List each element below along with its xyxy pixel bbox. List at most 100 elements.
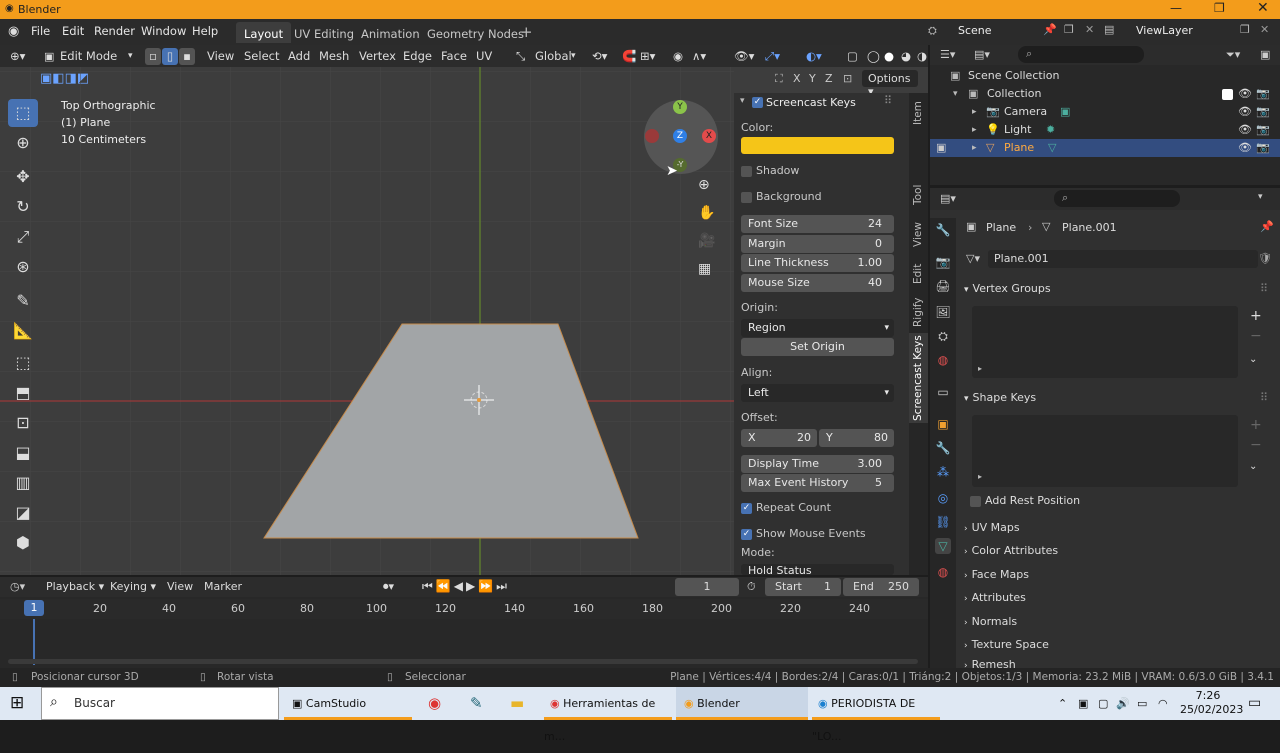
line-thickness-field[interactable]: Line Thickness 1.00	[741, 254, 894, 272]
transform-tool-icon[interactable]: ⊛	[8, 253, 38, 281]
knife-tool-icon[interactable]: ◪	[8, 499, 38, 527]
shape-key-menu-icon[interactable]: ⌄	[1249, 461, 1257, 472]
solid-shading-icon[interactable]: ●	[884, 48, 894, 65]
list-expand-icon[interactable]: ▸	[978, 364, 982, 373]
panel-attributes[interactable]: › Attributes	[964, 587, 1264, 609]
scene-icon[interactable]: ⛭	[928, 24, 937, 38]
gizmo-z[interactable]: Z	[673, 129, 687, 143]
mesh-browse-icon[interactable]: ▽▾	[966, 252, 980, 265]
tab-tool[interactable]: Tool	[909, 175, 928, 215]
task-chrome-herramientas[interactable]: ◉ Herramientas de m...	[544, 687, 672, 743]
minimize-icon[interactable]: —	[1170, 1, 1182, 15]
tab-rigify[interactable]: Rigify	[909, 291, 928, 333]
render-shading-icon[interactable]: ◑	[917, 48, 927, 65]
datablock-field[interactable]: Plane.001	[988, 250, 1258, 268]
filter-icon[interactable]: ⏷▾	[1226, 48, 1240, 62]
chrome-icon[interactable]: ◉	[428, 687, 441, 720]
world-tab-icon[interactable]: ◍	[935, 352, 951, 368]
wireframe-shading-icon[interactable]: ◯	[867, 48, 880, 65]
bevel-tool-icon[interactable]: ⬓	[8, 439, 38, 467]
vertex-group-menu-icon[interactable]: ⌄	[1249, 354, 1257, 365]
menu-edge[interactable]: Edge	[403, 48, 432, 65]
physics-tab-icon[interactable]: ◎	[935, 490, 951, 506]
data-tab-icon[interactable]: ▽	[935, 538, 951, 554]
pin-icon[interactable]: 📌	[1043, 23, 1057, 36]
battery-icon[interactable]: ▭	[1137, 687, 1147, 720]
current-frame-field[interactable]: 1	[675, 578, 739, 596]
light-data-icon[interactable]: ✹	[1046, 121, 1055, 139]
eye-icon[interactable]: 👁	[1238, 103, 1252, 121]
menu-mesh[interactable]: Mesh	[319, 48, 349, 65]
remove-shape-key-icon[interactable]: −	[1250, 437, 1262, 453]
new-viewlayer-icon[interactable]: ❐	[1240, 23, 1250, 36]
playback-controls-icons[interactable]: ⏮⏪◀▶⏩⏭	[422, 579, 510, 594]
constraints-tab-icon[interactable]: ⛓	[935, 514, 951, 530]
color-swatch[interactable]	[741, 137, 894, 154]
camera-render-icon[interactable]: 📷	[1256, 85, 1270, 103]
properties-editor-icon[interactable]: ▤▾	[940, 192, 956, 205]
playback-menu[interactable]: Playback ▾	[46, 580, 104, 593]
outliner-search-input[interactable]: ⌕	[1018, 46, 1144, 63]
modifier-tab-icon[interactable]: 🔧	[935, 440, 951, 456]
offset-y-field[interactable]: Y 80	[819, 429, 894, 447]
gizmo-toggle-icon[interactable]: ⤢▾	[765, 48, 780, 65]
panel-collapse-icon[interactable]: ▾	[740, 96, 745, 106]
panel-normals[interactable]: › Normals	[964, 611, 1264, 633]
offset-x-field[interactable]: X 20	[741, 429, 817, 447]
gizmo-x[interactable]: X	[702, 129, 716, 143]
add-workspace-icon[interactable]: +	[520, 23, 533, 41]
editor-type-icon[interactable]: ⊕▾	[10, 48, 25, 65]
marker-menu[interactable]: Marker	[204, 580, 242, 593]
notifications-icon[interactable]: ▭	[1248, 687, 1261, 720]
mirror-icon[interactable]: ⛶	[775, 72, 783, 86]
properties-search-input[interactable]: ⌕	[1054, 190, 1180, 207]
menu-file[interactable]: File	[31, 24, 50, 38]
end-frame-field[interactable]: End 250	[843, 578, 919, 596]
particles-tab-icon[interactable]: ⁂	[935, 464, 951, 480]
measure-tool-icon[interactable]: 📐	[8, 317, 38, 345]
windows-start-icon[interactable]: ⊞	[10, 693, 24, 713]
outliner-row-scene-collection[interactable]: ▣ Scene Collection	[930, 67, 1280, 85]
start-frame-field[interactable]: Start 1	[765, 578, 841, 596]
blender-menu-icon[interactable]: ◉	[8, 24, 19, 39]
font-size-field[interactable]: Font Size 24	[741, 215, 894, 233]
menu-render[interactable]: Render	[94, 24, 135, 38]
falloff-icon[interactable]: ∧▾	[692, 48, 706, 65]
panel-drag-icon[interactable]: ⠿	[1260, 391, 1268, 404]
mirror-z[interactable]: Z	[825, 72, 833, 85]
shadow-checkbox[interactable]: Shadow	[741, 164, 799, 177]
pan-hand-icon[interactable]: ✋	[698, 205, 715, 221]
expand-icon[interactable]: ▾	[953, 85, 958, 103]
overlay-toggle-icon[interactable]: ◐▾	[806, 48, 822, 65]
inset-tool-icon[interactable]: ⊡	[8, 409, 38, 437]
maximize-icon[interactable]: ❐	[1214, 1, 1225, 15]
task-blender[interactable]: ◉ Blender	[676, 687, 808, 720]
cursor-tool-icon[interactable]: ⊕	[8, 129, 38, 157]
expand-icon[interactable]: ▸	[972, 103, 977, 121]
3d-viewport[interactable]: ⊕▾ ▣ Edit Mode ▾ ▫ ▯ ▪ View Select Add M…	[0, 45, 928, 575]
panel-remesh[interactable]: › Remesh	[964, 656, 1264, 668]
add-shape-key-icon[interactable]: +	[1250, 417, 1262, 433]
tool-tab-icon[interactable]: 🔧	[935, 222, 951, 238]
new-collection-icon[interactable]: ▣	[1260, 48, 1270, 61]
tab-view[interactable]: View	[909, 215, 928, 255]
menu-view[interactable]: View	[207, 48, 234, 65]
menu-edit[interactable]: Edit	[62, 24, 84, 38]
panel-texture-space[interactable]: › Texture Space	[964, 634, 1264, 656]
mode-selector[interactable]: Edit Mode	[60, 48, 136, 65]
mesh-data-icon[interactable]: ▽	[1048, 139, 1056, 157]
menu-face[interactable]: Face	[441, 48, 467, 65]
close-icon[interactable]: ✕	[1257, 0, 1269, 16]
outliner-row-collection[interactable]: ▾ ▣ Collection 👁 📷	[930, 85, 1280, 103]
vertex-groups-list[interactable]	[972, 306, 1238, 378]
mouse-size-field[interactable]: Mouse Size 40	[741, 274, 894, 292]
timeline-view-menu[interactable]: View	[167, 580, 193, 593]
navigation-gizmo[interactable]: Y Z X -Y	[644, 100, 718, 174]
repeat-count-checkbox[interactable]: ✓ Repeat Count	[741, 501, 831, 514]
material-shading-icon[interactable]: ◕	[901, 48, 911, 65]
poly-build-tool-icon[interactable]: ⬢	[8, 529, 38, 557]
xray-icon[interactable]: ▢	[847, 48, 858, 65]
tab-edit[interactable]: Edit	[909, 257, 928, 291]
extrude-tool-icon[interactable]: ⬒	[8, 379, 38, 407]
eye-icon[interactable]: 👁	[1238, 85, 1252, 103]
